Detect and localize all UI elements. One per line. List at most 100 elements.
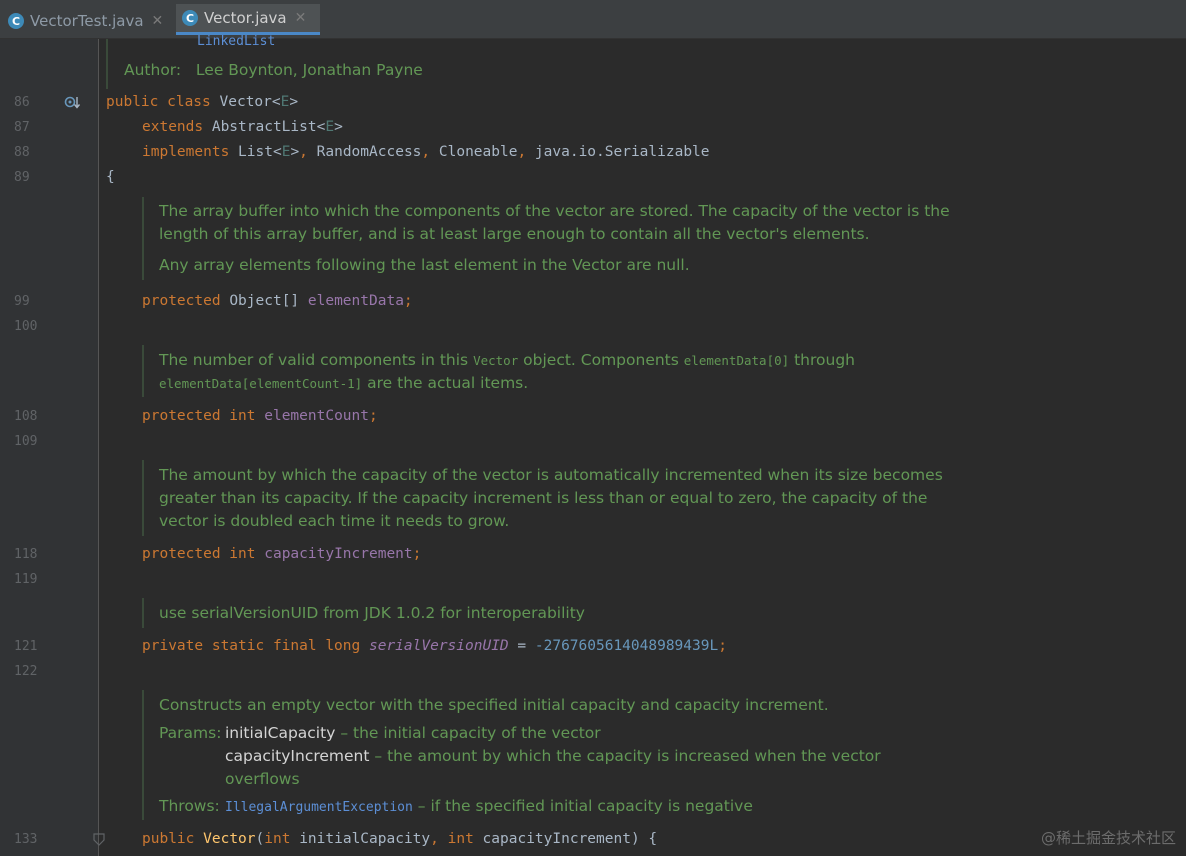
punct: > — [289, 94, 299, 110]
author-label: Author: — [124, 61, 182, 79]
line-number: 99 — [14, 294, 30, 309]
line-number: 108 — [14, 409, 38, 424]
interface-name: RandomAccess — [316, 144, 422, 160]
keyword: extends — [142, 119, 204, 135]
doc-comment-bar — [142, 690, 144, 820]
doc-comment-constructor: Constructs an empty vector with the spec… — [159, 694, 881, 819]
line-number: 87 — [14, 120, 30, 135]
keyword: int — [264, 831, 291, 847]
line-number: 122 — [14, 664, 38, 679]
doc-code: elementData[0] — [683, 353, 790, 368]
type-param: E — [325, 119, 335, 135]
doc-code: Vector — [473, 353, 519, 368]
doc-text: overflows — [225, 770, 300, 788]
punct: , — [430, 831, 439, 847]
field: capacityIncrement — [264, 546, 413, 562]
interface-name: java.io.Serializable — [534, 144, 710, 160]
doc-link[interactable]: LinkedList — [197, 34, 275, 49]
code-line-118: protected int capacityIncrement; — [142, 546, 421, 562]
close-icon[interactable]: ✕ — [152, 13, 164, 29]
doc-comment-bar — [142, 197, 144, 280]
code-line-87: extends AbstractList<E> — [142, 119, 343, 135]
keyword: protected — [142, 293, 221, 309]
line-number: 119 — [14, 572, 38, 587]
doc-text: vector is doubled each time it needs to … — [159, 512, 510, 530]
doc-comment-elementcount: The number of valid components in this V… — [159, 349, 855, 395]
line-number: 118 — [14, 547, 38, 562]
doc-text: through — [794, 351, 855, 369]
code-line-99: protected Object[] elementData; — [142, 293, 413, 309]
method-name: Vector — [203, 831, 256, 847]
java-class-icon: C — [182, 10, 198, 26]
line-number: 100 — [14, 319, 38, 334]
implemented-by-icon[interactable] — [64, 95, 82, 114]
gutter-divider — [98, 39, 99, 856]
line-number: 86 — [14, 95, 30, 110]
doc-text: greater than its capacity. If the capaci… — [159, 489, 928, 507]
type: Object[] — [229, 293, 300, 309]
punct: ; — [403, 293, 413, 309]
editor-tab-bar: C VectorTest.java ✕ C Vector.java ✕ — [0, 0, 1186, 39]
keyword: protected int — [142, 546, 256, 562]
doc-text: The number of valid components in this — [159, 351, 469, 369]
punct: ; — [718, 638, 727, 654]
code-line-133: public Vector(int initialCapacity, int c… — [142, 831, 657, 847]
punct: > — [334, 119, 343, 135]
doc-comment-serialversionuid: use serialVersionUID from JDK 1.0.2 for … — [159, 604, 585, 622]
punct: < — [271, 94, 281, 110]
doc-text: are the actual items. — [367, 374, 529, 392]
doc-text: – the initial capacity of the vector — [340, 724, 601, 742]
interface-name: List — [238, 144, 273, 160]
throws-label: Throws: — [159, 797, 220, 815]
doc-comment-bar — [142, 345, 144, 397]
doc-comment-bar — [106, 39, 108, 89]
tab-vector-java[interactable]: C Vector.java ✕ — [176, 4, 320, 35]
exception-link[interactable]: IllegalArgumentException — [225, 800, 413, 815]
doc-comment-capacityincrement: The amount by which the capacity of the … — [159, 464, 943, 533]
line-number: 89 — [14, 170, 30, 185]
code-line-89: { — [106, 169, 115, 185]
doc-text: Any array elements following the last el… — [159, 256, 690, 274]
doc-text: The amount by which the capacity of the … — [159, 466, 943, 484]
fold-icon[interactable] — [92, 832, 106, 851]
param: capacityIncrement — [482, 831, 631, 847]
doc-code: elementData[elementCount-1] — [159, 376, 363, 391]
keyword: implements — [142, 144, 230, 160]
punct: , — [517, 144, 527, 160]
doc-text: The array buffer into which the componen… — [159, 202, 950, 220]
code-line-121: private static final long serialVersionU… — [142, 638, 727, 654]
tab-label: Vector.java — [204, 9, 287, 27]
punct: < — [272, 144, 282, 160]
punct: , — [299, 144, 308, 160]
doc-text: – the amount by which the capacity is in… — [374, 747, 881, 765]
field: elementCount — [264, 408, 369, 424]
interface-name: Cloneable — [438, 144, 518, 160]
doc-author: Author: Lee Boynton, Jonathan Payne — [124, 59, 423, 82]
param-name: initialCapacity — [225, 724, 336, 742]
doc-comment-bar — [142, 460, 144, 536]
params-label: Params: — [159, 724, 222, 742]
punct: ; — [369, 408, 378, 424]
tab-label: VectorTest.java — [30, 12, 144, 30]
author-value: Lee Boynton, Jonathan Payne — [195, 61, 423, 79]
doc-comment-elementdata: The array buffer into which the componen… — [159, 200, 950, 277]
keyword: private static final long — [142, 638, 361, 654]
doc-text: length of this array buffer, and is at l… — [159, 225, 870, 243]
code-line-86: public class Vector<E> — [106, 94, 298, 110]
field: elementData — [307, 293, 404, 309]
punct: { — [648, 831, 658, 847]
doc-text: Constructs an empty vector with the spec… — [159, 696, 829, 714]
param-name: capacityIncrement — [225, 747, 370, 765]
operator: = — [517, 638, 527, 654]
tab-vectortest-java[interactable]: C VectorTest.java ✕ — [8, 4, 163, 38]
line-number: 121 — [14, 639, 38, 654]
keyword: protected int — [142, 408, 256, 424]
punct: ( — [255, 831, 265, 847]
code-line-108: protected int elementCount; — [142, 408, 378, 424]
class-name: Vector — [219, 94, 272, 110]
close-icon[interactable]: ✕ — [295, 10, 307, 26]
class-name: AbstractList — [211, 119, 317, 135]
code-line-88: implements List<E>, RandomAccess, Clonea… — [142, 144, 710, 160]
keyword: public — [142, 831, 195, 847]
field: serialVersionUID — [368, 638, 509, 654]
